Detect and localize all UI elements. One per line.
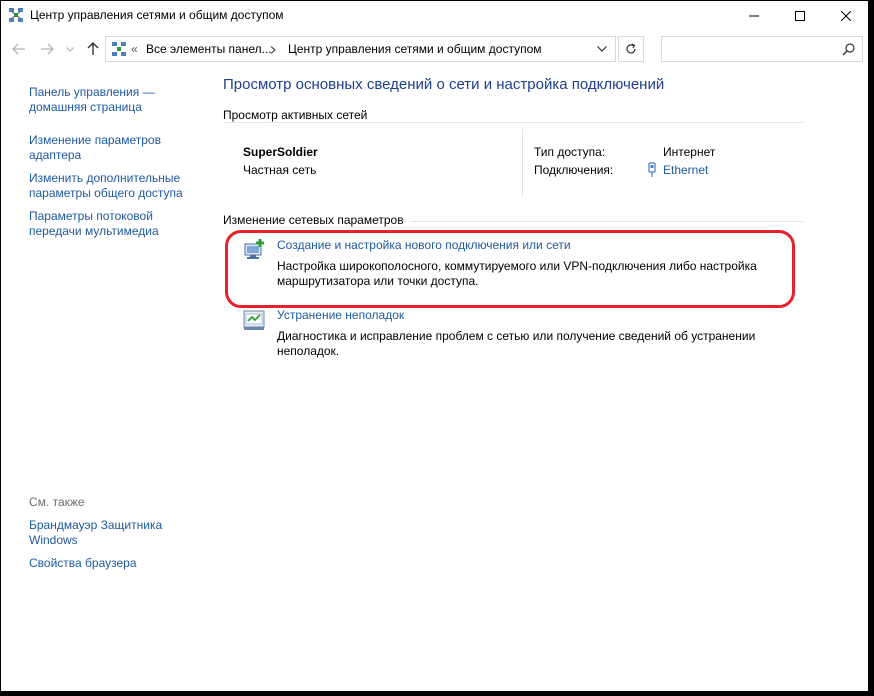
breadcrumb-overflow[interactable]: « — [131, 42, 138, 56]
navigation-bar: « Все элементы панел... Центр управления… — [1, 32, 868, 66]
control-panel-icon — [112, 42, 126, 56]
troubleshoot-icon — [243, 310, 265, 330]
refresh-icon — [626, 43, 636, 54]
troubleshoot-problems-description: Диагностика и исправление проблем с сеть… — [277, 329, 756, 358]
section-divider — [223, 122, 803, 123]
close-button[interactable] — [823, 1, 868, 30]
network-name: SuperSoldier — [243, 145, 318, 159]
minimize-button[interactable] — [731, 1, 777, 30]
maximize-icon — [795, 10, 805, 21]
setup-new-connection-link[interactable]: Создание и настройка нового подключения … — [277, 238, 571, 252]
media-streaming-options-link[interactable]: Параметры потоковой передачи мультимедиа — [29, 209, 204, 239]
network-center-icon — [9, 8, 23, 22]
access-type-label: Тип доступа: — [534, 145, 606, 159]
back-button[interactable] — [11, 40, 27, 58]
network-divider — [522, 129, 523, 197]
refresh-button[interactable] — [618, 36, 644, 62]
page-title: Просмотр основных сведений о сети и наст… — [223, 76, 665, 93]
minimize-icon — [749, 15, 759, 16]
see-also-title: См. также — [29, 495, 85, 509]
ethernet-connection-link[interactable]: Ethernet — [663, 163, 708, 177]
close-icon — [841, 10, 851, 21]
left-pane: Панель управления — домашняя страница Из… — [29, 85, 204, 247]
chevron-down-icon — [66, 46, 74, 52]
title-bar: Центр управления сетями и общим доступом — [1, 1, 868, 30]
back-arrow-icon — [12, 43, 25, 55]
access-type-value: Интернет — [663, 145, 716, 159]
change-adapter-settings-link[interactable]: Изменение параметров адаптера — [29, 133, 204, 163]
forward-button[interactable] — [39, 40, 55, 58]
internet-options-link[interactable]: Свойства браузера — [29, 556, 204, 571]
change-settings-header: Изменение сетевых параметров — [223, 213, 410, 227]
up-arrow-icon — [87, 42, 99, 55]
maximize-button[interactable] — [777, 1, 823, 30]
network-category: Частная сеть — [243, 163, 317, 177]
new-connection-icon — [244, 239, 264, 259]
search-icon[interactable] — [842, 42, 856, 56]
window: Центр управления сетями и общим доступом — [1, 1, 868, 691]
forward-arrow-icon — [41, 43, 54, 55]
up-button[interactable] — [85, 40, 101, 58]
recent-locations-button[interactable] — [65, 40, 75, 58]
breadcrumb-chevron-icon[interactable] — [270, 46, 276, 54]
window-title: Центр управления сетями и общим доступом — [30, 8, 284, 22]
troubleshoot-problems-link[interactable]: Устранение неполадок — [277, 308, 404, 322]
control-panel-home-link[interactable]: Панель управления — домашняя страница — [29, 85, 204, 115]
search-input[interactable] — [661, 36, 863, 62]
ethernet-icon — [648, 162, 656, 177]
address-dropdown-icon[interactable] — [597, 46, 607, 52]
firewall-link[interactable]: Брандмауэр Защитника Windows — [29, 518, 204, 548]
advanced-sharing-settings-link[interactable]: Изменить дополнительные параметры общего… — [29, 171, 204, 201]
address-bar[interactable]: « Все элементы панел... Центр управления… — [105, 36, 616, 62]
connections-label: Подключения: — [534, 163, 614, 177]
breadcrumb-all-items[interactable]: Все элементы панел... — [146, 42, 272, 56]
active-networks-header: Просмотр активных сетей — [223, 108, 374, 122]
see-also-list: Брандмауэр Защитника Windows Свойства бр… — [29, 518, 204, 579]
setup-new-connection-description: Настройка широкополосного, коммутируемог… — [277, 259, 757, 288]
breadcrumb-current[interactable]: Центр управления сетями и общим доступом — [288, 42, 542, 56]
